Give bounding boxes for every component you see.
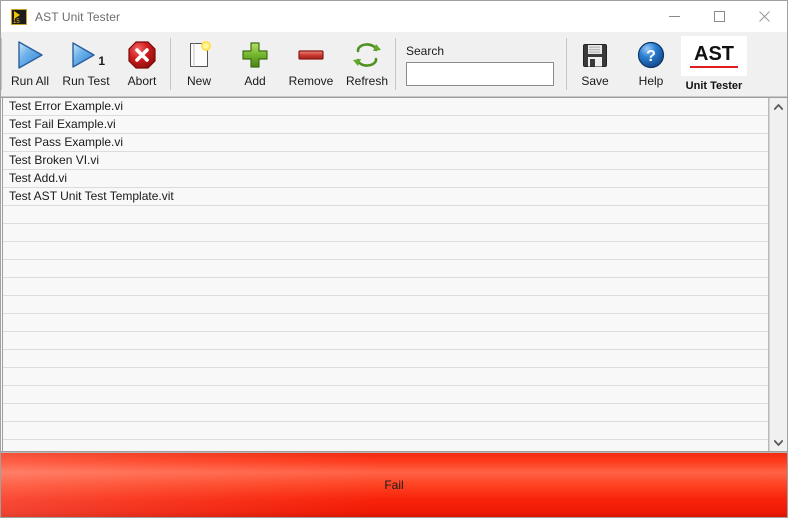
test-list-rows: Test Error Example.vi Test Fail Example.v…: [3, 98, 768, 440]
test-list[interactable]: Test Error Example.vi Test Fail Example.v…: [2, 98, 769, 451]
help-label: Help: [638, 74, 664, 88]
abort-button[interactable]: Abort: [114, 32, 170, 96]
search-input[interactable]: [406, 62, 554, 86]
test-list-area: Test Error Example.vi Test Fail Example.v…: [1, 97, 787, 452]
search-label: Search: [406, 44, 445, 58]
list-item-empty[interactable]: [3, 368, 768, 386]
status-text: Fail: [384, 478, 404, 492]
scroll-track[interactable]: [770, 115, 787, 434]
list-item-empty[interactable]: [3, 260, 768, 278]
app-window: 15 AST Unit Tester Run All 1 Run Test Ab…: [0, 0, 788, 518]
ast-logo-text: AST: [694, 43, 734, 65]
ast-logo: AST: [681, 36, 747, 76]
save-floppy-icon: [581, 37, 609, 73]
ast-brand[interactable]: AST Unit Tester: [679, 32, 749, 96]
list-item[interactable]: Test AST Unit Test Template.vit: [3, 188, 768, 206]
run-all-icon: [15, 37, 45, 73]
save-button[interactable]: Save: [567, 32, 623, 96]
title-bar: 15 AST Unit Tester: [1, 1, 787, 32]
minimize-icon: [669, 16, 680, 17]
remove-button[interactable]: Remove: [283, 32, 339, 96]
remove-minus-icon: [296, 37, 326, 73]
list-item[interactable]: Test Fail Example.vi: [3, 116, 768, 134]
scroll-down-button[interactable]: [770, 434, 787, 451]
add-button[interactable]: Add: [227, 32, 283, 96]
list-item-empty[interactable]: [3, 314, 768, 332]
window-title: AST Unit Tester: [35, 9, 121, 24]
list-item-empty[interactable]: [3, 206, 768, 224]
run-all-button[interactable]: Run All: [2, 32, 58, 96]
labview-vi-icon: 15: [11, 8, 27, 25]
remove-label: Remove: [288, 74, 334, 88]
scroll-up-button[interactable]: [770, 98, 787, 115]
list-item[interactable]: Test Error Example.vi: [3, 98, 768, 116]
maximize-icon: [714, 11, 725, 22]
new-file-icon: [185, 37, 213, 73]
test-list-scrollbar[interactable]: [769, 98, 787, 451]
chevron-up-icon: [774, 103, 783, 110]
new-label: New: [186, 74, 211, 88]
list-item-empty[interactable]: [3, 296, 768, 314]
chevron-down-icon: [774, 439, 783, 446]
help-question-icon: ?: [636, 37, 666, 73]
ast-logo-underline: [690, 66, 738, 68]
save-label: Save: [581, 74, 609, 88]
run-test-label: Run Test: [62, 74, 110, 88]
list-item-empty[interactable]: [3, 404, 768, 422]
list-item[interactable]: Test Pass Example.vi: [3, 134, 768, 152]
refresh-label: Refresh: [345, 74, 389, 88]
window-controls: [652, 1, 787, 32]
abort-icon: [126, 37, 158, 73]
list-item-empty[interactable]: [3, 224, 768, 242]
new-button[interactable]: New: [171, 32, 227, 96]
svg-text:?: ?: [646, 48, 656, 65]
help-button[interactable]: ? Help: [623, 32, 679, 96]
refresh-icon: [352, 37, 382, 73]
list-item-empty[interactable]: [3, 350, 768, 368]
close-icon: [759, 11, 770, 22]
list-item-empty[interactable]: [3, 332, 768, 350]
toolbar: Run All 1 Run Test Abort New Add Remove …: [1, 32, 787, 97]
run-all-label: Run All: [10, 74, 50, 88]
ast-subtitle: Unit Tester: [685, 80, 743, 92]
list-item-empty[interactable]: [3, 242, 768, 260]
search-group: Search: [396, 32, 554, 96]
list-item-empty[interactable]: [3, 422, 768, 440]
list-item-empty[interactable]: [3, 386, 768, 404]
run-test-badge: 1: [98, 54, 105, 68]
status-bar: Fail: [1, 452, 787, 517]
run-test-icon: 1: [71, 37, 105, 73]
abort-label: Abort: [127, 74, 157, 88]
refresh-button[interactable]: Refresh: [339, 32, 395, 96]
add-label: Add: [244, 74, 266, 88]
maximize-button[interactable]: [697, 1, 742, 32]
run-test-button[interactable]: 1 Run Test: [58, 32, 114, 96]
close-button[interactable]: [742, 1, 787, 32]
minimize-button[interactable]: [652, 1, 697, 32]
list-item[interactable]: Test Add.vi: [3, 170, 768, 188]
add-plus-icon: [240, 37, 270, 73]
list-item[interactable]: Test Broken VI.vi: [3, 152, 768, 170]
list-item-empty[interactable]: [3, 278, 768, 296]
